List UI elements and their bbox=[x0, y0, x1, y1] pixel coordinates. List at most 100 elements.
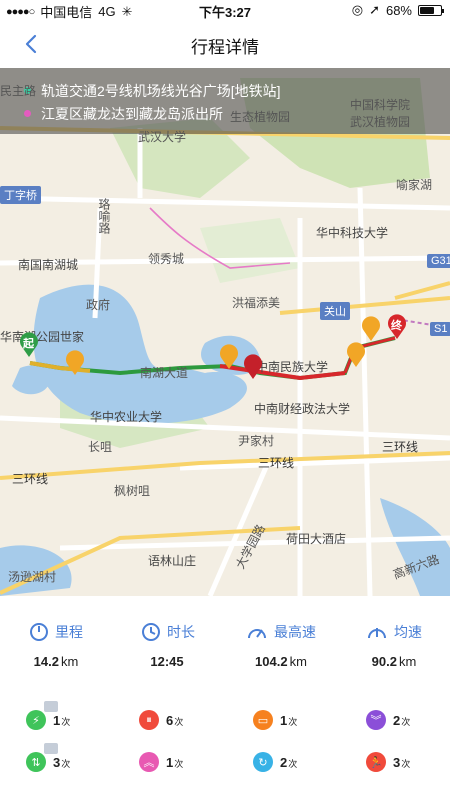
location-arrow-icon: ➚ bbox=[369, 2, 380, 17]
metric-avg-speed-head: 均速 bbox=[338, 622, 450, 642]
event-marker-speed-1[interactable] bbox=[218, 344, 240, 370]
metric-avg-speed: 均速 90.2 km bbox=[338, 622, 450, 669]
metric-top-speed-label: 最高速 bbox=[274, 624, 316, 640]
lightning-icon: ⚡ bbox=[26, 701, 58, 730]
metric-avg-speed-value: 90.2 km bbox=[338, 654, 450, 669]
map-label-hzau: 华中农业大学 bbox=[90, 410, 163, 424]
metric-duration: 时长 12:45 bbox=[112, 622, 224, 669]
map-label-zuel: 中南财经政法大学 bbox=[254, 402, 351, 416]
metric-duration-head: 时长 bbox=[112, 622, 224, 642]
event-count-unit: 次 bbox=[174, 758, 184, 769]
event-count-value: 1 bbox=[280, 712, 288, 728]
metric-distance-head: 里程 bbox=[0, 622, 112, 642]
map-label-third-ring-mid: 三环线 bbox=[258, 456, 295, 470]
map-label-yujiatou: 喻家湖 bbox=[396, 178, 433, 192]
event-count-unit: 次 bbox=[288, 716, 298, 727]
start-marker[interactable]: 起 bbox=[18, 332, 40, 358]
event-speeding[interactable]: 🏃 3次 bbox=[366, 750, 436, 774]
camera-icon bbox=[44, 743, 58, 754]
event-rapid-acceleration[interactable]: ⚡ 1次 bbox=[26, 701, 96, 732]
metric-distance-label: 里程 bbox=[55, 624, 83, 640]
map-label-hongfu: 洪福添美 bbox=[232, 296, 281, 310]
metric-distance-value: 14.2 km bbox=[0, 654, 112, 669]
lane-change-icon: ⇅ bbox=[26, 743, 58, 772]
brake-icon: ⏸ bbox=[139, 710, 159, 730]
map-label-third-ring-left: 三环线 bbox=[12, 472, 49, 486]
route-start: 轨道交通2号线机场线光谷广场[地铁站] bbox=[41, 82, 281, 99]
event-collision[interactable]: ▭ 1次 bbox=[253, 708, 323, 732]
battery-percent: 68% bbox=[385, 2, 412, 18]
ascend-icon: ︽ bbox=[139, 752, 159, 772]
event-count-unit: 次 bbox=[61, 758, 71, 769]
map-label-yinjiacun: 尹家村 bbox=[238, 434, 275, 448]
map-label-ecological-garden: 生态植物园 bbox=[230, 110, 291, 124]
map-label-dingziqiao: 丁字桥 bbox=[0, 186, 41, 204]
map-label-changjue: 长咀 bbox=[88, 440, 113, 454]
event-count-unit: 次 bbox=[61, 716, 71, 727]
nav-bar: 行程详情 bbox=[0, 20, 450, 68]
end-dot-icon bbox=[24, 110, 31, 117]
map-label-tangxun-lake: 汤逊湖村 bbox=[8, 570, 57, 584]
event-count-value: 3 bbox=[53, 754, 61, 770]
event-rapid-descent[interactable]: ︾ 2次 bbox=[366, 708, 436, 732]
event-rapid-turn[interactable]: ︽ 1次 bbox=[139, 750, 209, 774]
map-label-third-ring-right: 三环线 bbox=[382, 440, 419, 454]
event-sharp-turn[interactable]: ↻ 2次 bbox=[253, 750, 323, 774]
car-icon: ▭ bbox=[253, 710, 273, 730]
metric-top-speed-number: 104.2 bbox=[255, 654, 288, 669]
descend-icon: ︾ bbox=[366, 710, 386, 730]
metric-avg-speed-label: 均速 bbox=[394, 624, 422, 640]
map-label-lingxiu-city: 领秀城 bbox=[148, 252, 185, 266]
event-marker-speed-3[interactable] bbox=[360, 316, 382, 342]
metric-distance: 里程 14.2 km bbox=[0, 622, 112, 669]
event-count: 1次 bbox=[53, 713, 70, 728]
map-label-nanhu-park: 华南湖公园世家 bbox=[0, 330, 85, 344]
event-count-value: 2 bbox=[393, 712, 401, 728]
metric-top-speed-head: 最高速 bbox=[225, 622, 337, 642]
map-label-guanshan: 关山 bbox=[320, 302, 350, 320]
event-marker-speed-4[interactable] bbox=[64, 350, 86, 376]
metric-top-speed-value: 104.2 km bbox=[225, 654, 337, 669]
event-count: 2次 bbox=[280, 755, 297, 770]
route-map[interactable]: 轨道交通2号线机场线光谷广场[地铁站] 江夏区藏龙达到藏龙岛派出所 民主路 中国… bbox=[0, 68, 450, 596]
event-count-unit: 次 bbox=[174, 716, 184, 727]
map-label-minzhu-road: 民主路 bbox=[0, 84, 37, 98]
map-label-s1: S1 bbox=[430, 322, 450, 336]
event-count-value: 1 bbox=[53, 712, 61, 728]
event-count-unit: 次 bbox=[401, 716, 411, 727]
map-label-botanical-garden: 中国科学院 武汉植物园 bbox=[350, 98, 411, 129]
event-count: 3次 bbox=[53, 755, 70, 770]
event-sharp-braking[interactable]: ⏸ 6次 bbox=[139, 708, 209, 732]
duration-icon bbox=[142, 623, 160, 641]
event-marker-brake[interactable] bbox=[242, 354, 264, 380]
metric-duration-label: 时长 bbox=[167, 624, 195, 640]
event-count: 1次 bbox=[280, 713, 297, 728]
rotation-lock-icon: ◎ bbox=[351, 2, 364, 17]
runner-icon: 🏃 bbox=[366, 752, 386, 772]
turn-icon: ↻ bbox=[253, 752, 273, 772]
map-label-nanhu-mall: 南国南湖城 bbox=[18, 258, 79, 272]
map-label-minzu-university: 中南民族大学 bbox=[256, 360, 329, 374]
battery-icon bbox=[418, 4, 444, 16]
route-end: 江夏区藏龙达到藏龙岛派出所 bbox=[41, 105, 223, 122]
speed-pin-icon bbox=[66, 350, 84, 375]
camera-icon bbox=[44, 701, 58, 712]
metric-avg-speed-number: 90.2 bbox=[371, 654, 397, 669]
metric-avg-speed-unit: km bbox=[398, 654, 417, 669]
trip-stats: 里程 14.2 km 时长 12:45 最高速 104.2 km 均速 90.2… bbox=[0, 596, 450, 800]
event-count-unit: 次 bbox=[401, 758, 411, 769]
metric-distance-unit: km bbox=[60, 654, 79, 669]
map-label-zhengfu: 政府 bbox=[86, 298, 111, 312]
event-marker-speed-2[interactable] bbox=[345, 342, 367, 368]
start-marker-label: 起 bbox=[23, 338, 34, 350]
event-lane-change[interactable]: ⇅ 3次 bbox=[26, 743, 96, 774]
top-speed-icon bbox=[248, 629, 266, 639]
event-count-value: 2 bbox=[280, 754, 288, 770]
end-marker[interactable]: 终 bbox=[386, 314, 408, 340]
metric-top-speed-unit: km bbox=[289, 654, 307, 669]
map-label-luoyu-road: 珞喻路 bbox=[97, 198, 111, 234]
distance-icon bbox=[30, 623, 48, 641]
brake-pin-icon bbox=[244, 354, 262, 379]
map-label-fengshu-zui: 枫树咀 bbox=[114, 484, 151, 498]
speed-pin-icon bbox=[220, 344, 238, 369]
